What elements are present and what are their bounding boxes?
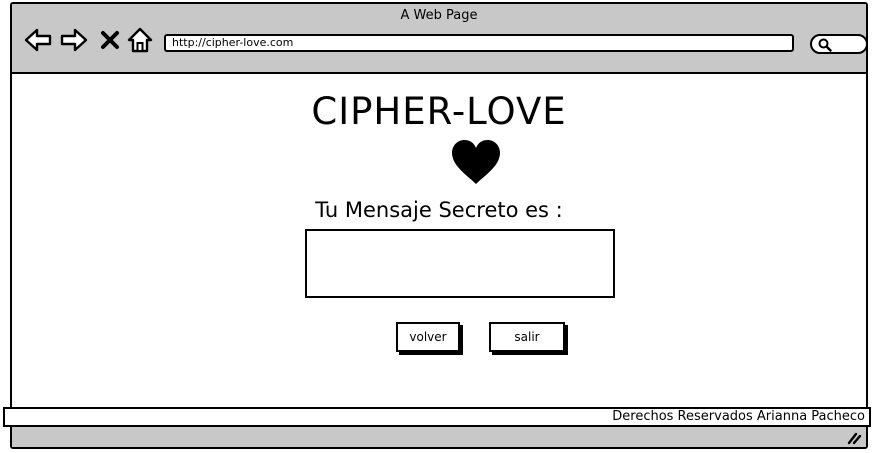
back-button[interactable]: volver [396, 322, 460, 352]
search-box[interactable] [810, 34, 868, 54]
search-icon [818, 38, 832, 52]
secret-message-label: Tu Mensaje Secreto es : [315, 198, 563, 222]
footer-copyright: Derechos Reservados Arianna Pacheco [3, 407, 871, 427]
exit-button[interactable]: salir [489, 322, 565, 352]
heart-icon [452, 140, 500, 184]
forward-arrow-icon[interactable] [60, 26, 88, 54]
window-title: A Web Page [400, 8, 478, 23]
home-icon[interactable] [126, 26, 154, 54]
secret-message-box[interactable] [305, 229, 615, 298]
url-input[interactable]: http://cipher-love.com [164, 34, 794, 52]
close-icon[interactable] [96, 26, 124, 54]
page-title: CIPHER-LOVE [311, 90, 567, 133]
resize-handle-icon[interactable] [846, 429, 862, 445]
browser-statusbar [12, 425, 866, 447]
browser-window: A Web Page http://cipher-love.com CIPHER… [3, 2, 871, 449]
browser-toolbar: A Web Page http://cipher-love.com [12, 4, 868, 74]
back-arrow-icon[interactable] [24, 26, 52, 54]
page-content: CIPHER-LOVE Tu Mensaje Secreto es : volv… [3, 74, 871, 429]
